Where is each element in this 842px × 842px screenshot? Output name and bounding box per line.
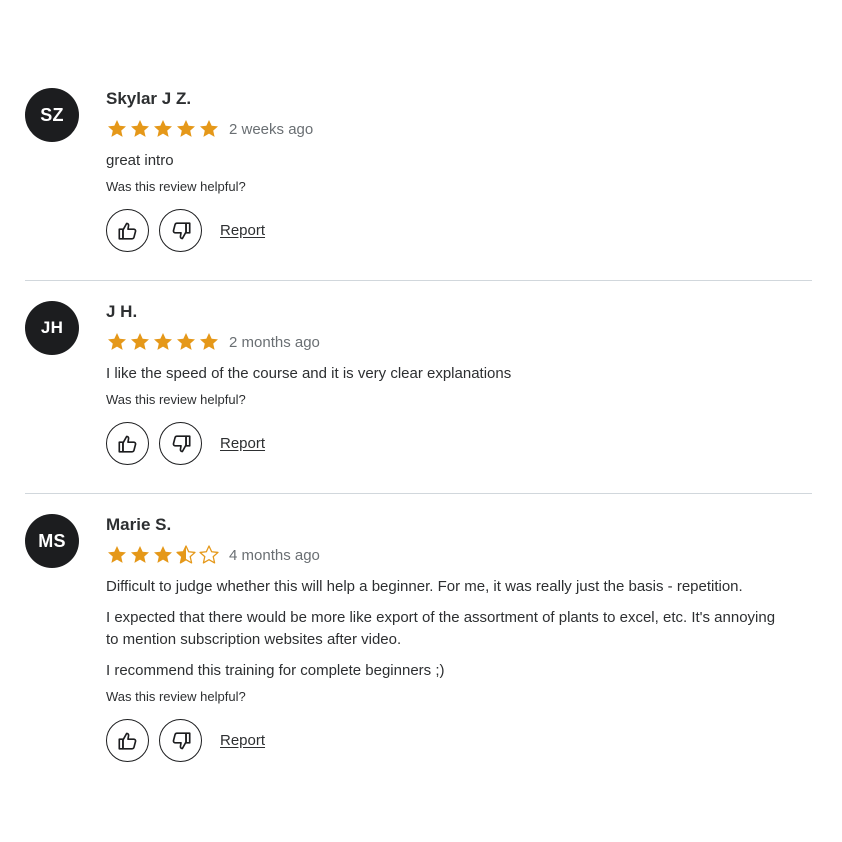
review-paragraph: I like the speed of the course and it is… [106,365,512,382]
thumbs-up-icon [117,730,139,752]
review-item: SZ Skylar J Z. 2 weeks ago great intro W… [25,68,812,280]
report-link[interactable]: Report [220,222,265,239]
review-date: 4 months ago [229,546,320,564]
report-link[interactable]: Report [220,435,265,452]
avatar: JH [25,301,79,355]
thumbs-down-icon [170,730,192,752]
review-content: Marie S. 4 months ago Difficult to judge… [106,514,812,790]
review-body: Difficult to judge whether this will hel… [106,576,786,682]
star-filled-icon [200,333,218,350]
review-content: J H. 2 months ago I like the speed of th… [106,301,812,493]
not-helpful-button[interactable] [159,209,202,252]
avatar: MS [25,514,79,568]
review-item: JH J H. 2 months ago I like the speed of… [25,280,812,493]
star-filled-icon [108,120,126,137]
star-filled-icon [108,546,126,563]
rating-row: 4 months ago [106,544,812,566]
helpful-question: Was this review helpful? [106,179,246,194]
review-body: great intro [106,150,786,172]
star-filled-icon [154,546,172,563]
star-empty-icon [199,545,219,564]
review-paragraph: I expected that there would be more like… [106,609,776,648]
thumbs-up-icon [117,220,139,242]
review-actions: Report [106,209,812,252]
star-half-icon [176,545,196,564]
reviews-list: SZ Skylar J Z. 2 weeks ago great intro W… [25,68,812,790]
review-item: MS Marie S. 4 months ago Difficult to ju… [25,493,812,790]
helpful-question: Was this review helpful? [106,689,246,704]
review-paragraph: great intro [106,152,174,169]
helpful-button[interactable] [106,422,149,465]
star-filled-icon [131,333,149,350]
rating-row: 2 weeks ago [106,118,812,140]
star-filled-icon [200,120,218,137]
helpful-question: Was this review helpful? [106,392,246,407]
star-filled-icon [131,120,149,137]
star-filled-icon [154,120,172,137]
thumbs-down-icon [170,433,192,455]
avatar: SZ [25,88,79,142]
thumbs-down-icon [170,220,192,242]
star-rating [106,544,220,566]
reviewer-name: Skylar J Z. [106,89,192,108]
helpful-button[interactable] [106,209,149,252]
star-filled-icon [131,546,149,563]
review-date: 2 months ago [229,333,320,351]
star-filled-icon [177,333,195,350]
helpful-button[interactable] [106,719,149,762]
reviewer-name: Marie S. [106,515,172,534]
report-link[interactable]: Report [220,732,265,749]
review-content: Skylar J Z. 2 weeks ago great intro Was … [106,88,812,280]
review-body: I like the speed of the course and it is… [106,363,786,385]
review-actions: Report [106,422,812,465]
star-filled-icon [108,333,126,350]
star-filled-icon [154,333,172,350]
review-actions: Report [106,719,812,762]
rating-row: 2 months ago [106,331,812,353]
review-date: 2 weeks ago [229,120,314,138]
thumbs-up-icon [117,433,139,455]
star-filled-icon [177,120,195,137]
star-rating [106,331,220,353]
not-helpful-button[interactable] [159,422,202,465]
review-paragraph: Difficult to judge whether this will hel… [106,578,743,595]
star-rating [106,118,220,140]
reviewer-name: J H. [106,302,138,321]
not-helpful-button[interactable] [159,719,202,762]
review-paragraph: I recommend this training for complete b… [106,662,445,679]
